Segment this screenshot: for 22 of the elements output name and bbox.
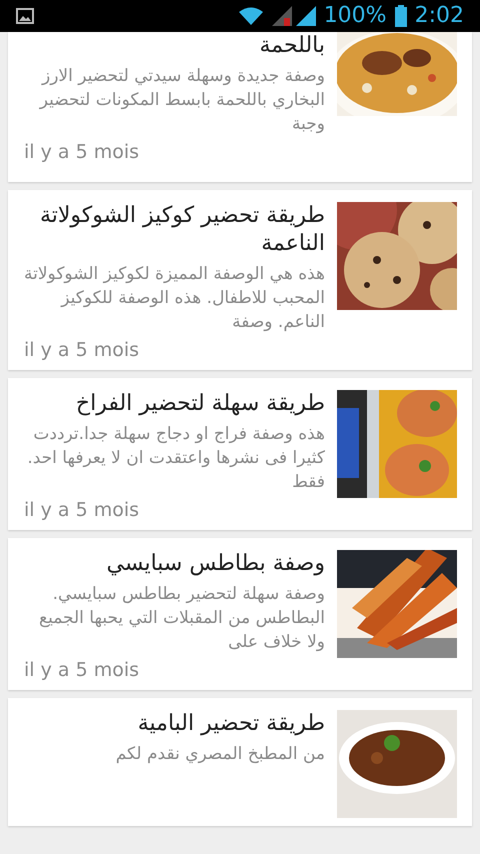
recipe-description: وصفة سهلة لتحضير بطاطس سبايسي. البطاطس من المقبلات التي يحبها الجميع ولا خلاف على xyxy=(38,583,325,654)
recipe-title: وصفة بطاطس سبايسي xyxy=(105,550,325,578)
post-age: il y a 5 mois xyxy=(24,658,140,682)
recipe-description: من المطبخ المصري نقدم لكم xyxy=(114,743,325,766)
recipe-title: طريقة تحضير كوكيز الشوكولاتة الناعمة xyxy=(38,202,325,258)
signal-icon xyxy=(272,6,292,26)
picture-notification-icon xyxy=(16,8,34,24)
recipe-description: هذه هي الوصفة المميزة لكوكيز الشوكولاتة المحبب للاطفال. هذه الوصفة للكوكيز الناعم. وصفة xyxy=(24,263,325,334)
recipe-card[interactable]: طريقة تحضير البامية من المطبخ المصري نقدم لكم xyxy=(8,698,472,826)
battery-level: 100% xyxy=(324,5,387,27)
wifi-icon xyxy=(238,6,264,26)
recipe-title: طريقة سهلة لتحضير الفراخ xyxy=(74,390,325,418)
recipe-title: باللحمة xyxy=(258,32,325,60)
recipe-title: طريقة تحضير البامية xyxy=(136,710,325,738)
clock: 2:02 xyxy=(414,5,464,27)
signal-icon xyxy=(296,6,316,26)
recipe-description: وصفة جديدة وسهلة سيدتي لتحضير الارز البخاري باللحمة بابسط المكونات لتحضير وجبة xyxy=(38,65,325,136)
post-age: il y a 5 mois xyxy=(24,140,140,164)
post-age: il y a 5 mois xyxy=(24,338,140,362)
recipe-description: هذه وصفة فراج او دجاج سهلة جدا.ترددت كثيرا فى نشرها واعتقدت ان لا يعرفها احد. فقط xyxy=(26,423,325,494)
battery-icon xyxy=(394,5,407,27)
post-age: il y a 5 mois xyxy=(24,498,140,522)
